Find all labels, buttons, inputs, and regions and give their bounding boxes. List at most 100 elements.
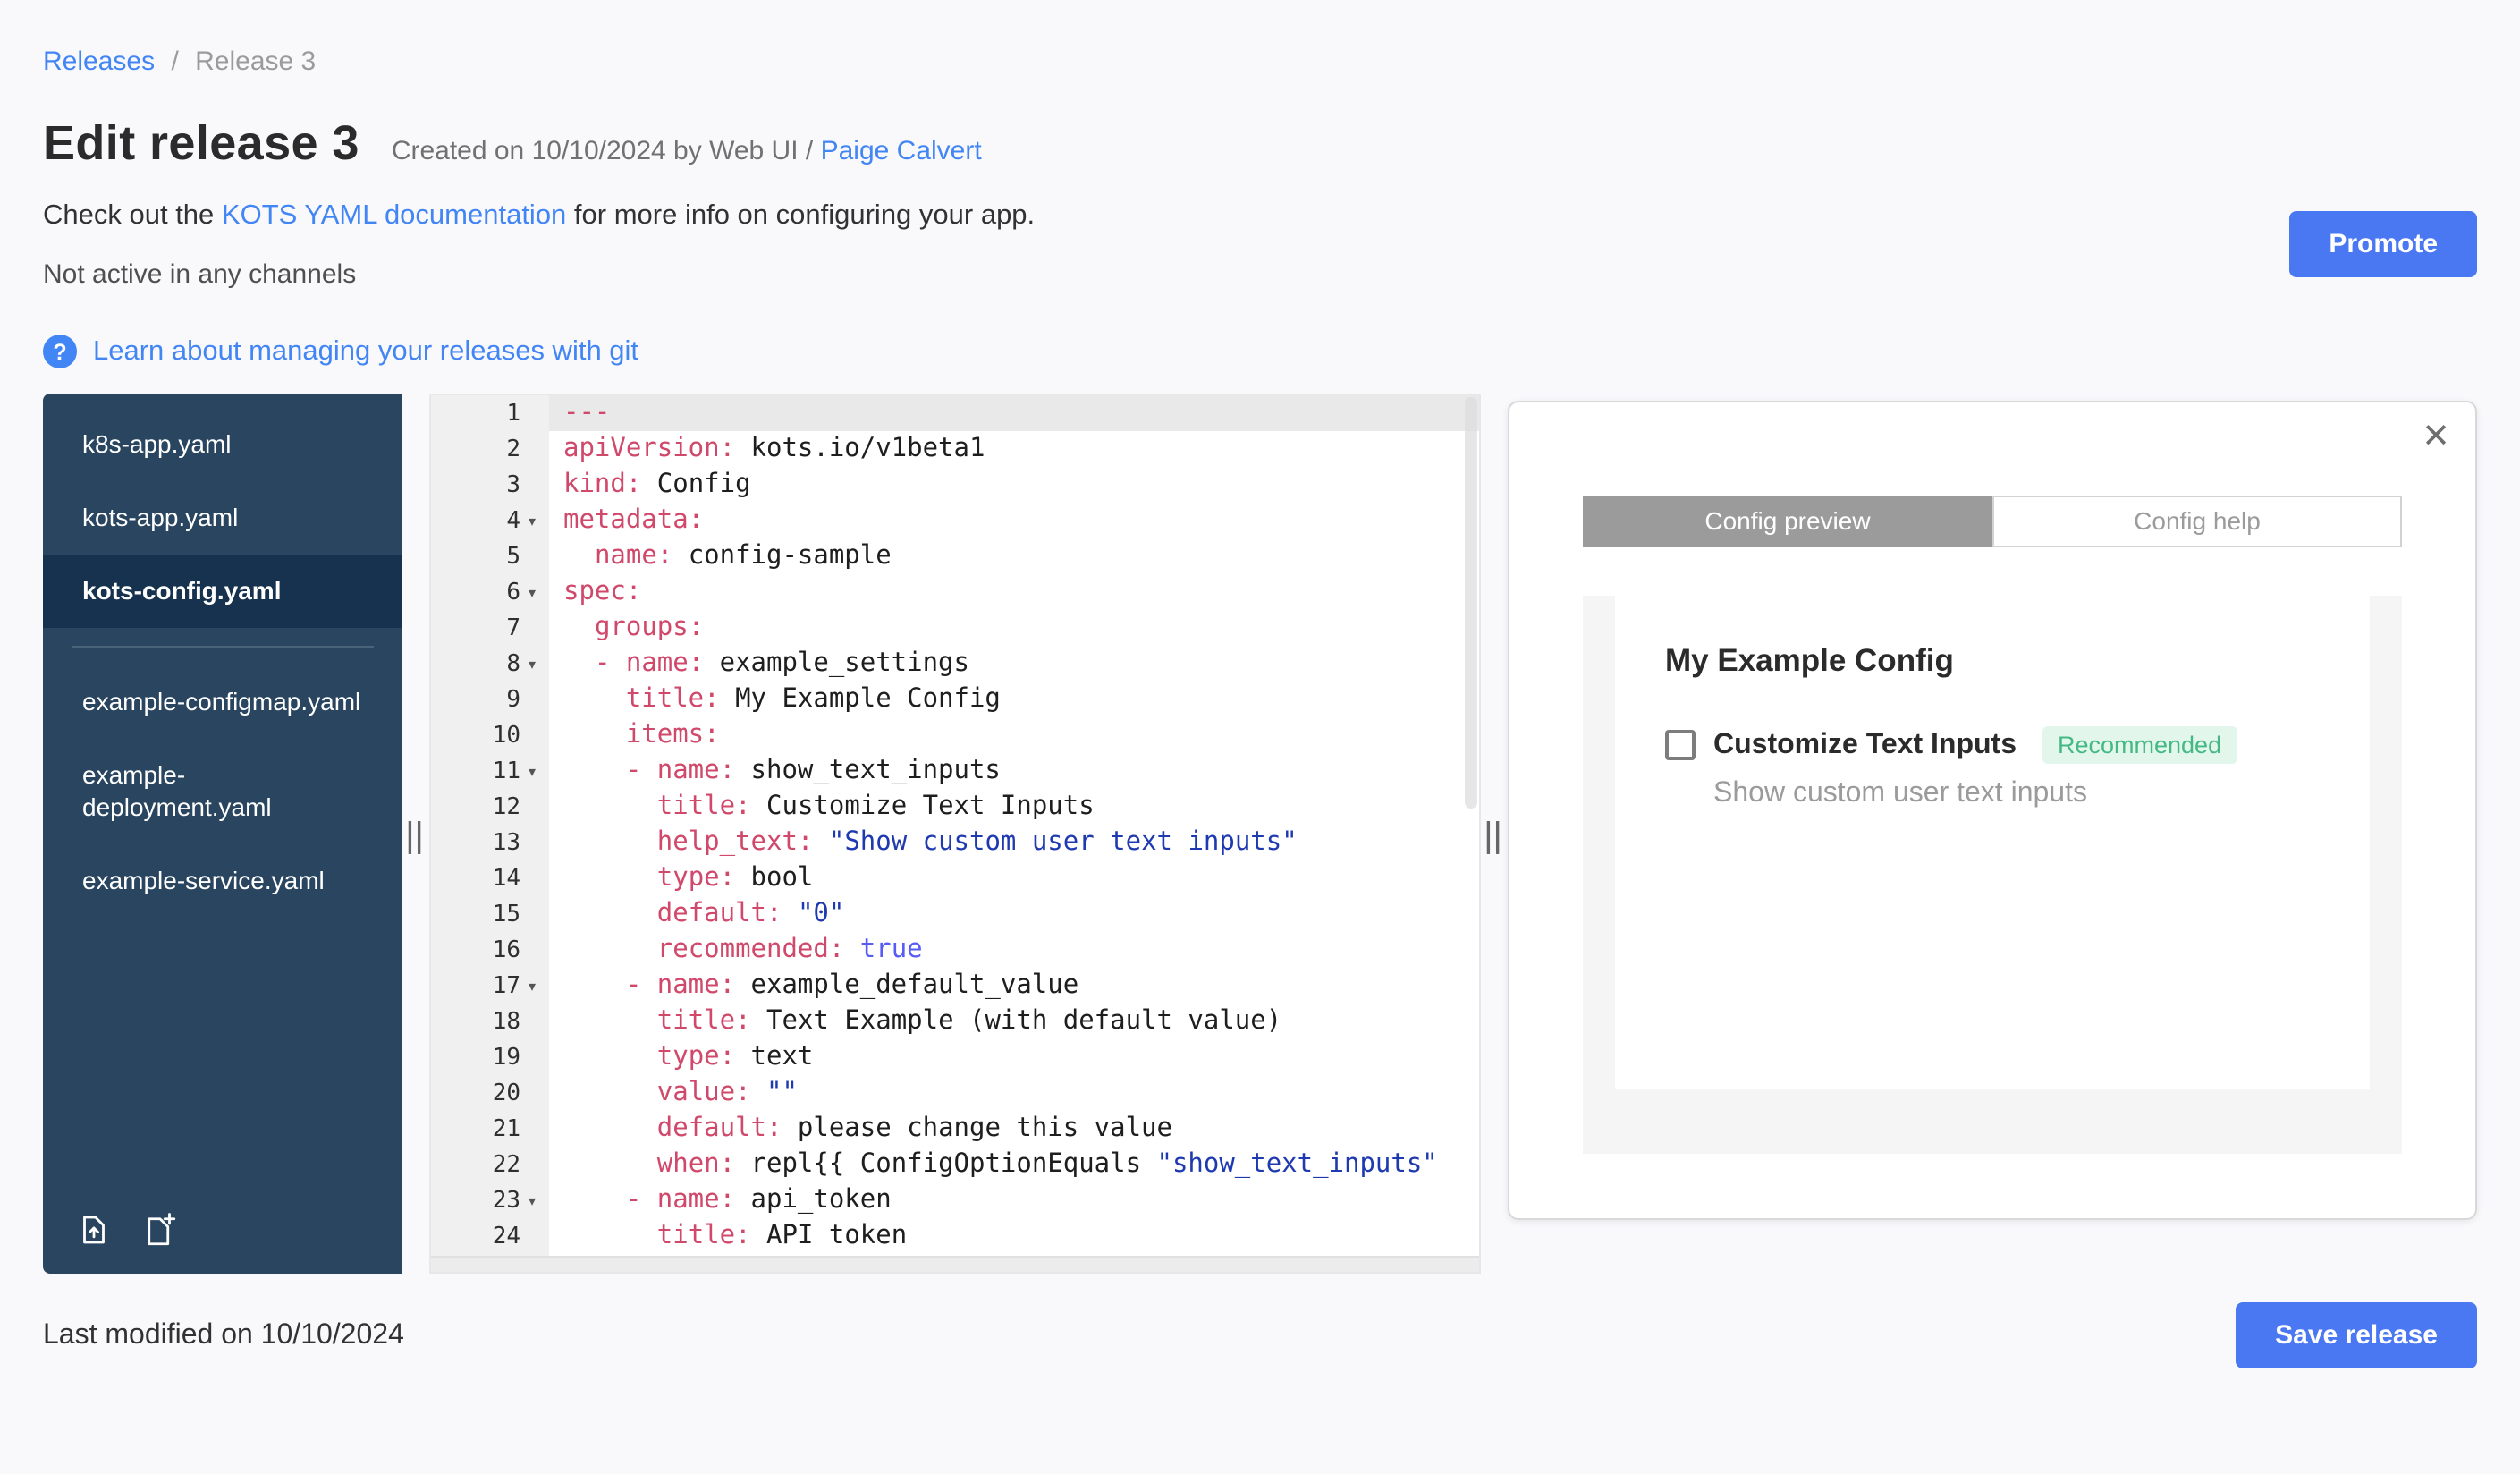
code-line-7[interactable]: 7 groups: xyxy=(431,610,1479,646)
breadcrumb-current: Release 3 xyxy=(195,47,317,77)
code-line-12[interactable]: 12 title: Customize Text Inputs xyxy=(431,789,1479,825)
created-info: Created on 10/10/2024 by Web UI / Paige … xyxy=(392,136,982,166)
line-number: 4 ▾ xyxy=(431,503,549,538)
code-line-19[interactable]: 19 type: text xyxy=(431,1039,1479,1075)
git-releases-link[interactable]: Learn about managing your releases with … xyxy=(93,335,638,368)
fold-arrow-icon[interactable]: ▾ xyxy=(520,978,544,994)
fold-arrow-icon[interactable]: ▾ xyxy=(520,763,544,779)
docs-hint: Check out the KOTS YAML documentation fo… xyxy=(43,200,2477,233)
created-text: Created on 10/10/2024 by Web UI / xyxy=(391,136,821,166)
line-number: 5 xyxy=(431,538,549,574)
file-item-example-service.yaml[interactable]: example-service.yaml xyxy=(43,845,402,919)
right-resize-handle[interactable]: || xyxy=(1481,394,1508,1274)
code-line-10[interactable]: 10 items: xyxy=(431,717,1479,753)
file-item-kots-config.yaml[interactable]: kots-config.yaml xyxy=(43,554,402,628)
kots-docs-link[interactable]: KOTS YAML documentation xyxy=(222,200,566,231)
fold-arrow-icon[interactable]: ▾ xyxy=(520,513,544,529)
file-list: k8s-app.yaml kots-app.yaml kots-config.yam… xyxy=(43,408,402,918)
tab-config-help[interactable]: Config help xyxy=(1992,496,2402,547)
code-line-14[interactable]: 14 type: bool xyxy=(431,860,1479,896)
docs-hint-post: for more info on configuring your app. xyxy=(566,200,1036,231)
breadcrumb-releases-link[interactable]: Releases xyxy=(43,47,155,77)
line-number: 24 xyxy=(431,1218,549,1254)
close-icon[interactable]: ✕ xyxy=(2422,417,2450,458)
code-line-1[interactable]: 1 --- xyxy=(431,395,1479,431)
panel-tabs: Config preview Config help xyxy=(1583,496,2402,547)
file-sidebar: k8s-app.yaml kots-app.yaml kots-config.yam… xyxy=(43,394,402,1274)
release-editor-page: Releases / Release 3 Edit release 3 Crea… xyxy=(0,0,2520,1474)
line-number: 10 xyxy=(431,717,549,753)
new-file-icon[interactable] xyxy=(141,1211,179,1249)
breadcrumb: Releases / Release 3 xyxy=(43,47,2477,77)
line-number: 23 ▾ xyxy=(431,1182,549,1218)
config-item-help-text: Show custom user text inputs xyxy=(1713,778,2087,809)
upload-file-icon[interactable] xyxy=(75,1211,113,1249)
code-line-4[interactable]: 4 ▾ metadata: xyxy=(431,503,1479,538)
code-line-8[interactable]: 8 ▾ - name: example_settings xyxy=(431,646,1479,682)
preview-panel-column: ✕ Config preview Config help My Example C… xyxy=(1508,394,2477,1274)
customize-text-inputs-checkbox[interactable] xyxy=(1665,730,1696,760)
editor-area: k8s-app.yaml kots-app.yaml kots-config.yam… xyxy=(43,394,2477,1274)
code-line-2[interactable]: 2 apiVersion: kots.io/v1beta1 xyxy=(431,431,1479,467)
line-number: 13 xyxy=(431,825,549,860)
file-list-divider xyxy=(72,645,374,648)
code-line-17[interactable]: 17 ▾ - name: example_default_value xyxy=(431,968,1479,1004)
line-number: 3 xyxy=(431,467,549,503)
line-number: 6 ▾ xyxy=(431,574,549,610)
fold-arrow-icon[interactable]: ▾ xyxy=(520,656,544,672)
line-number: 14 xyxy=(431,860,549,896)
file-item-example-deployment.yaml[interactable]: example-deployment.yaml xyxy=(43,738,402,845)
right-resize-grip: || xyxy=(1484,813,1504,854)
breadcrumb-separator: / xyxy=(171,47,179,77)
left-resize-handle[interactable]: || xyxy=(402,394,429,1274)
fold-arrow-icon[interactable]: ▾ xyxy=(520,584,544,600)
horizontal-scrollbar[interactable] xyxy=(431,1256,1479,1272)
tab-config-preview[interactable]: Config preview xyxy=(1583,496,1992,547)
code-line-18[interactable]: 18 title: Text Example (with default val… xyxy=(431,1004,1479,1039)
file-item-kots-app.yaml[interactable]: kots-app.yaml xyxy=(43,481,402,555)
code-line-3[interactable]: 3 kind: Config xyxy=(431,467,1479,503)
author-link[interactable]: Paige Calvert xyxy=(821,136,982,166)
line-number: 19 xyxy=(431,1039,549,1075)
channel-status: Not active in any channels xyxy=(43,259,357,290)
line-number: 16 xyxy=(431,932,549,968)
code-line-22[interactable]: 22 when: repl{{ ConfigOptionEquals "show… xyxy=(431,1147,1479,1182)
line-number: 8 ▾ xyxy=(431,646,549,682)
promote-button[interactable]: Promote xyxy=(2289,211,2477,277)
code-line-20[interactable]: 20 value: "" xyxy=(431,1075,1479,1111)
line-number: 18 xyxy=(431,1004,549,1039)
config-preview-card: My Example Config Customize Text Inputs … xyxy=(1615,596,2370,1089)
last-modified-text: Last modified on 10/10/2024 xyxy=(43,1319,404,1350)
code-line-13[interactable]: 13 help_text: "Show custom user text inp… xyxy=(431,825,1479,860)
line-number: 9 xyxy=(431,682,549,717)
code-line-6[interactable]: 6 ▾ spec: xyxy=(431,574,1479,610)
yaml-code-editor[interactable]: 1 --- 2 apiVersion: kots.io/v1beta1 3 kind: C… xyxy=(429,394,1481,1274)
recommended-badge: Recommended xyxy=(2042,726,2238,764)
code-line-11[interactable]: 11 ▾ - name: show_text_inputs xyxy=(431,753,1479,789)
code-line-24[interactable]: 24 title: API token xyxy=(431,1218,1479,1254)
line-number: 12 xyxy=(431,789,549,825)
page-title: Edit release 3 xyxy=(43,116,359,170)
code-line-23[interactable]: 23 ▾ - name: api_token xyxy=(431,1182,1479,1218)
config-item-label: Customize Text Inputs xyxy=(1713,729,2017,759)
file-actions xyxy=(75,1211,179,1249)
code-line-5[interactable]: 5 name: config-sample xyxy=(431,538,1479,574)
line-number: 21 xyxy=(431,1111,549,1147)
code-line-16[interactable]: 16 recommended: true xyxy=(431,932,1479,968)
line-number: 2 xyxy=(431,431,549,467)
code-line-15[interactable]: 15 default: "0" xyxy=(431,896,1479,932)
file-item-k8s-app.yaml[interactable]: k8s-app.yaml xyxy=(43,408,402,481)
save-release-button[interactable]: Save release xyxy=(2236,1302,2477,1368)
fold-arrow-icon[interactable]: ▾ xyxy=(520,1192,544,1208)
config-group-title: My Example Config xyxy=(1665,642,1954,678)
vertical-scrollbar[interactable] xyxy=(1465,397,1477,809)
left-resize-grip: || xyxy=(406,813,426,854)
docs-hint-pre: Check out the xyxy=(43,200,222,231)
line-number: 1 xyxy=(431,395,549,431)
file-item-example-configmap.yaml[interactable]: example-configmap.yaml xyxy=(43,665,402,738)
code-line-21[interactable]: 21 default: please change this value xyxy=(431,1111,1479,1147)
line-number: 15 xyxy=(431,896,549,932)
help-question-icon: ? xyxy=(43,335,77,368)
code-line-9[interactable]: 9 title: My Example Config xyxy=(431,682,1479,717)
line-number: 22 xyxy=(431,1147,549,1182)
